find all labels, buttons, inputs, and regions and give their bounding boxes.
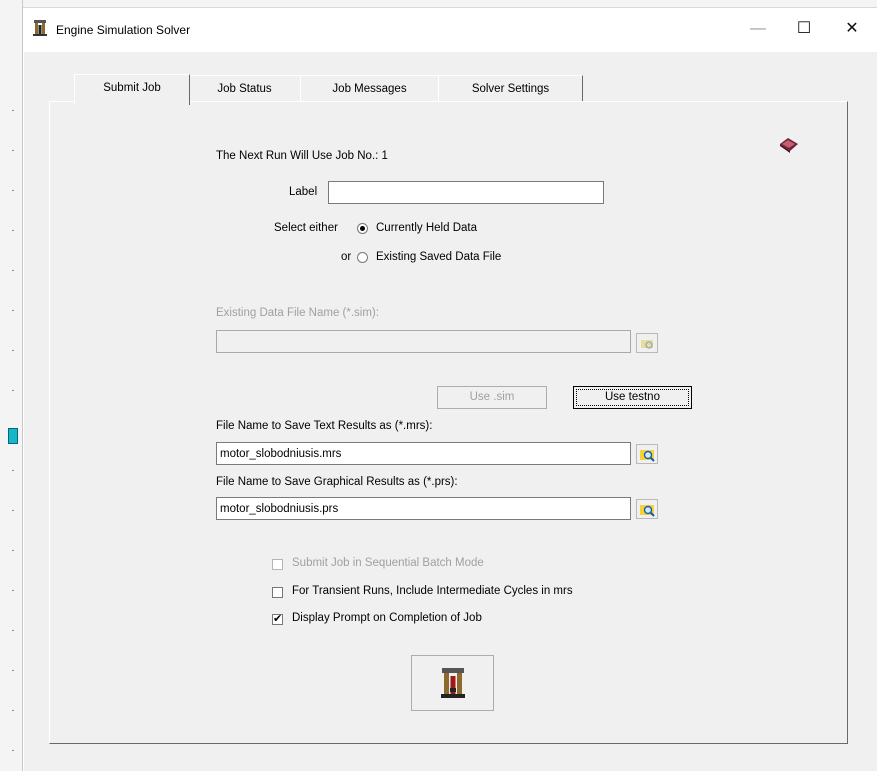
graph-results-input[interactable]	[216, 497, 631, 520]
browse-text-results-button[interactable]	[636, 444, 658, 464]
help-book-icon[interactable]	[778, 136, 800, 154]
app-engine-icon	[33, 20, 47, 36]
checkbox-display-prompt-label[interactable]: Display Prompt on Completion of Job	[292, 612, 482, 624]
minimize-button[interactable]: —	[735, 13, 781, 45]
or-label: or	[341, 251, 352, 263]
use-testno-button[interactable]: Use testno	[573, 386, 692, 409]
browse-graph-results-button[interactable]	[636, 499, 658, 519]
use-sim-button[interactable]: Use .sim	[437, 386, 547, 409]
background-app-marker-icon	[8, 428, 18, 444]
existing-file-input[interactable]	[216, 330, 631, 353]
browse-existing-button[interactable]	[636, 333, 658, 353]
existing-file-label: Existing Data File Name (*.sim):	[216, 307, 379, 319]
background-app-strip	[0, 0, 877, 8]
background-app-sidebar	[0, 0, 23, 771]
run-solver-engine-icon	[440, 668, 465, 698]
checkbox-transient-intermediate-label[interactable]: For Transient Runs, Include Intermediate…	[292, 585, 573, 597]
checkbox-sequential-batch-label[interactable]: Submit Job in Sequential Batch Mode	[292, 557, 484, 569]
tab-job-status[interactable]: Job Status	[188, 75, 301, 102]
label-caption: Label	[289, 186, 318, 198]
radio-existing-saved-data-file-label[interactable]: Existing Saved Data File	[376, 251, 501, 263]
browse-folder-icon	[640, 450, 655, 462]
checkbox-display-prompt[interactable]: ✔	[272, 614, 283, 625]
radio-currently-held-data[interactable]	[357, 223, 368, 234]
close-button[interactable]: ✕	[829, 13, 875, 45]
window-title: Engine Simulation Solver	[56, 23, 191, 37]
tab-job-messages[interactable]: Job Messages	[300, 75, 439, 102]
checkbox-sequential-batch[interactable]	[272, 559, 283, 570]
label-input[interactable]	[328, 181, 604, 204]
tab-submit-job[interactable]: Submit Job	[74, 74, 190, 105]
radio-existing-saved-data-file[interactable]	[357, 252, 368, 263]
maximize-button[interactable]: ☐	[781, 13, 827, 45]
tab-solver-settings[interactable]: Solver Settings	[438, 75, 583, 102]
text-results-input[interactable]	[216, 442, 631, 465]
next-run-text: The Next Run Will Use Job No.: 1	[216, 150, 388, 162]
browse-folder-icon	[641, 340, 653, 349]
text-results-label: File Name to Save Text Results as (*.mrs…	[216, 420, 433, 432]
radio-currently-held-data-label[interactable]: Currently Held Data	[376, 222, 477, 234]
checkbox-transient-intermediate[interactable]	[272, 587, 283, 598]
graph-results-label: File Name to Save Graphical Results as (…	[216, 476, 458, 488]
browse-folder-icon	[640, 505, 655, 517]
select-either-label: Select either	[274, 222, 338, 234]
run-solver-button[interactable]	[411, 655, 494, 711]
